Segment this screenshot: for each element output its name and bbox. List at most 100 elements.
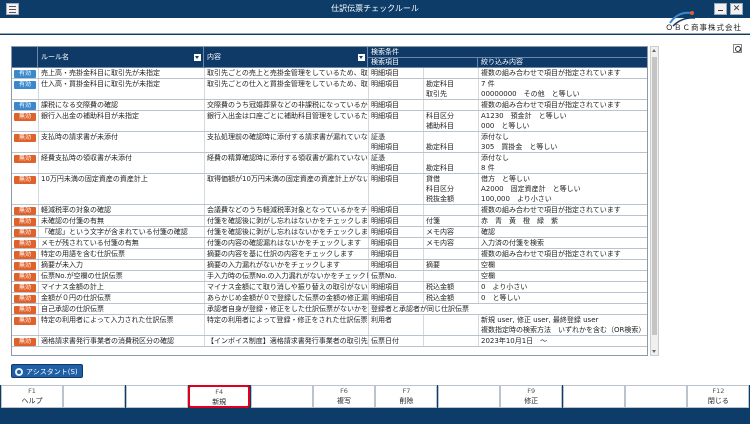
status-cell [12, 142, 38, 152]
table-row-line: 無効 軽減税率の対象の確認 会議費などのうち軽減税率対象となっているかをチェ 明細項目… [12, 205, 647, 215]
filter-content-cell: 空欄 [478, 271, 647, 281]
status-badge: 無効 [14, 284, 36, 292]
fkey-f6-button[interactable]: F6 複写 [313, 385, 375, 408]
search-item-cell: 明細項目 [368, 142, 423, 152]
rule-name-dropdown-icon[interactable] [194, 54, 201, 61]
search-item-header: 検索項目 [368, 58, 478, 68]
search-subitem-cell [423, 132, 478, 142]
search-subitem-cell [423, 336, 478, 346]
fkey-f4-button[interactable]: F4 新規 [188, 385, 251, 408]
fkey-label: 閉じる [707, 397, 729, 405]
main-content: ルール名 内容 検索条件 検索項目 絞り込み内容 有効 売上高・売掛金科目に取引先… [0, 35, 750, 385]
status-badge: 無効 [14, 306, 36, 314]
fkey-f7-button[interactable]: F7 削除 [375, 385, 438, 408]
fkey-empty-button [437, 385, 500, 408]
window-title: 仕訳伝票チェックルール [331, 4, 419, 13]
table-row[interactable]: 有効 売上高・売掛金科目に取引先が未指定 取引先ごとの売上と売掛金管理をしているため… [12, 68, 647, 79]
scroll-up-icon[interactable] [651, 47, 658, 55]
fkey-f1-button[interactable]: F1 ヘルプ [1, 385, 63, 408]
status-badge: 無効 [14, 240, 36, 248]
content-cell: 特定の利用者によって登録・修正をされた仕訳伝票が [204, 315, 368, 325]
table-row-line: 有効 仕入高・買掛金科目に取引先が未指定 取引先ごとの仕入と買掛金管理をしているため… [12, 79, 647, 89]
filter-content-cell: 複数の組み合わせで項目が指定されています [478, 249, 647, 259]
function-key-bar: F1 ヘルプ F4 新規 F6 複写 F7 削除 F9 修正 F12 閉じる [0, 385, 750, 408]
status-cell: 無効 [12, 153, 38, 163]
close-window-button[interactable]: ✕ [730, 3, 743, 15]
content-cell: 承認者自身が登録・修正をした仕訳伝票がないかをチ [204, 304, 368, 314]
rule-name-cell [38, 194, 204, 204]
assistant-icon [15, 368, 23, 376]
table-row[interactable]: 無効 「確認」という文字が含まれている付箋の確認 付箋を確認後に剥がし忘れはないかを… [12, 227, 647, 238]
table-row-line: 科目区分 A2000 固定資産計 と等しい [12, 184, 647, 194]
rule-name-cell: 摘要が未入力 [38, 260, 204, 270]
status-cell: 無効 [12, 315, 38, 325]
table-row-line: 無効 「確認」という文字が含まれている付箋の確認 付箋を確認後に剥がし忘れはないかを… [12, 227, 647, 237]
table-row[interactable]: 無効 支払時の請求書が未添付 支払処理前の確認時に添付する請求書が漏れていない 証憑 添… [12, 132, 647, 153]
scroll-thumb[interactable] [652, 57, 657, 335]
table-row[interactable]: 無効 10万円未満の固定資産の資産計上 取得価額が10万円未満の固定資産の資産計上が… [12, 174, 647, 205]
table-row-line: 無効 特定の用語を含む仕訳伝票 摘要の内容を基に仕訳の内容をチェックします 明細項目 複… [12, 249, 647, 259]
table-row[interactable]: 無効 適格請求書発行事業者の消費税区分の確認 【インボイス制度】適格請求書発行事業者… [12, 336, 647, 347]
rule-name-cell: 仕入高・買掛金科目に取引先が未指定 [38, 79, 204, 89]
table-row[interactable]: 無効 金額が０円の仕訳伝票 あらかじめ金額が０で登録した伝票の金額の修正漏れ 明細項目… [12, 293, 647, 304]
content-cell: 手入力時の伝票No.の入力漏れがないかをチェックし [204, 271, 368, 281]
search-item-cell: 登録者と承認者が同じ仕訳伝票 [368, 304, 647, 314]
table-row[interactable]: 有効 仕入高・買掛金科目に取引先が未指定 取引先ごとの仕入と買掛金管理をしているため… [12, 79, 647, 100]
filter-content-cell: 305 買掛金 と等しい [478, 142, 647, 152]
table-row-line: 無効 10万円未満の固定資産の資産計上 取得価額が10万円未満の固定資産の資産計上が… [12, 174, 647, 184]
search-item-cell: 明細項目 [368, 100, 423, 110]
vertical-scrollbar[interactable] [650, 46, 659, 356]
filter-content-cell: A1230 預金計 と等しい [478, 111, 647, 121]
minimize-button[interactable] [714, 3, 727, 15]
status-badge: 無効 [14, 155, 36, 163]
status-cell: 無効 [12, 249, 38, 259]
rule-name-header[interactable]: ルール名 [38, 47, 204, 68]
search-item-cell: 明細項目 [368, 260, 423, 270]
table-row-line: 無効 支払時の請求書が未添付 支払処理前の確認時に添付する請求書が漏れていない 証憑 添… [12, 132, 647, 142]
fkey-f12-button[interactable]: F12 閉じる [687, 385, 750, 408]
search-subitem-cell [423, 271, 478, 281]
table-row[interactable]: 無効 経費支払時の領収書が未添付 経費の精算確認時に添付する領収書が漏れていないか証… [12, 153, 647, 174]
rule-name-cell [38, 142, 204, 152]
table-row[interactable]: 無効 特定の用語を含む仕訳伝票 摘要の内容を基に仕訳の内容をチェックします 明細項目 複… [12, 249, 647, 260]
content-cell: 摘要の内容を基に仕訳の内容をチェックします [204, 249, 368, 259]
content-header-label: 内容 [207, 53, 221, 61]
search-item-cell: 明細項目 [368, 282, 423, 292]
content-cell: マイナス金額にて取り消しや振り替えの取引がないか [204, 282, 368, 292]
content-header[interactable]: 内容 [204, 47, 368, 68]
table-row[interactable]: 無効 自己承認の仕訳伝票 承認者自身が登録・修正をした仕訳伝票がないかをチ 登録者と承… [12, 304, 647, 315]
table-row[interactable]: 無効 未確認の付箋の有無 付箋を確認後に剥がし忘れはないかをチェックします 明細項目付… [12, 216, 647, 227]
filter-content-cell: 添付なし [478, 153, 647, 163]
search-icon[interactable] [733, 44, 742, 53]
fkey-code: F6 [340, 387, 348, 395]
search-subitem-cell: 税抜金額 [423, 194, 478, 204]
filter-content-cell: 複数の組み合わせで項目が指定されています [478, 100, 647, 110]
table-row[interactable]: 無効 メモが残されている付箋の有無 付箋の内容の確認漏れはないかをチェックします 明細… [12, 238, 647, 249]
filter-content-cell: 添付なし [478, 132, 647, 142]
assistant-button[interactable]: アシスタント(S) [11, 364, 83, 378]
search-item-cell: 証憑 [368, 132, 423, 142]
table-row-line: 無効 未確認の付箋の有無 付箋を確認後に剥がし忘れはないかをチェックします 明細項目付… [12, 216, 647, 226]
status-badge: 有効 [14, 102, 36, 110]
status-cell: 無効 [12, 304, 38, 314]
table-row[interactable]: 無効 摘要が未入力 摘要の入力漏れがないかをチェックします 明細項目 摘要 空欄 [12, 260, 647, 271]
content-cell: 銀行入出金は口座ごとに補助科目管理をしているため [204, 111, 368, 121]
table-row[interactable]: 無効 軽減税率の対象の確認 会議費などのうち軽減税率対象となっているかをチェ 明細項目… [12, 205, 647, 216]
table-row[interactable]: 無効 伝票No.が空欄の仕訳伝票 手入力時の伝票No.の入力漏れがないかをチェックし… [12, 271, 647, 282]
table-row[interactable]: 無効 特定の利用者によって入力された仕訳伝票 特定の利用者によって登録・修正をされた… [12, 315, 647, 336]
table-row-line: 無効 マイナス金額の計上 マイナス金額にて取り消しや振り替えの取引がないか 明細項目税… [12, 282, 647, 292]
search-subitem-cell: 税込金額 [423, 282, 478, 292]
scroll-down-icon[interactable] [651, 347, 658, 355]
table-row-line: 無効 適格請求書発行事業者の消費税区分の確認 【インボイス制度】適格請求書発行事業者… [12, 336, 647, 346]
status-badge: 無効 [14, 317, 36, 325]
rule-name-cell: 課税になる交際費の確認 [38, 100, 204, 110]
search-item-cell: 明細項目 [368, 111, 423, 121]
content-dropdown-icon[interactable] [358, 54, 365, 61]
table-row-line: 明細項目 勘定科目 305 買掛金 と等しい [12, 142, 647, 152]
fkey-f9-button[interactable]: F9 修正 [500, 385, 563, 408]
fkey-label: 削除 [399, 397, 414, 405]
rule-name-cell [38, 121, 204, 131]
table-row[interactable]: 無効 銀行入出金の補助科目が未指定 銀行入出金は口座ごとに補助科目管理をしているため… [12, 111, 647, 132]
table-row[interactable]: 無効 マイナス金額の計上 マイナス金額にて取り消しや振り替えの取引がないか 明細項目税… [12, 282, 647, 293]
table-row[interactable]: 有効 課税になる交際費の確認 交際費のうち冠婚葬祭などの非課税になっているかを 明細項… [12, 100, 647, 111]
